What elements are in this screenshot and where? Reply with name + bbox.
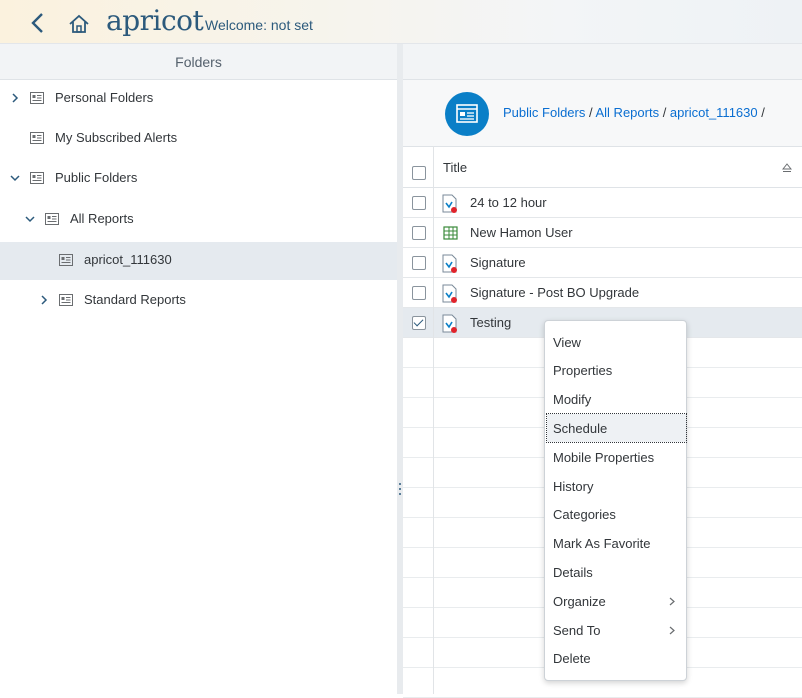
breadcrumb-area: Public Folders / All Reports / apricot_1…: [403, 80, 802, 146]
context-menu-item-label: Mark As Favorite: [553, 536, 651, 551]
row-checkbox[interactable]: [412, 226, 426, 240]
context-menu-item-label: View: [553, 335, 581, 350]
folder-tree-item[interactable]: Public Folders: [0, 160, 397, 198]
context-menu-item-label: Organize: [553, 594, 606, 609]
context-menu-item-label: Schedule: [553, 421, 608, 436]
folders-pane: Folders Personal Folders My Subscribed Al…: [0, 44, 397, 694]
welcome-text: Welcome: not set: [205, 17, 313, 33]
table-row-title: New Hamon User: [470, 225, 573, 240]
context-menu-item[interactable]: Mark As Favorite: [545, 529, 686, 557]
folder-tree-item-label: apricot_111630: [84, 252, 172, 267]
context-menu-item-label: Categories: [553, 507, 616, 522]
spreadsheet-icon: [443, 226, 458, 240]
folder-tree-item-label: Standard Reports: [84, 292, 186, 307]
webi-report-icon: [442, 284, 457, 303]
content-toolbar: [403, 44, 802, 80]
splitter-grip-icon[interactable]: [398, 482, 402, 496]
context-menu-item-label: Details: [553, 565, 593, 580]
context-menu-item-label: Mobile Properties: [553, 450, 655, 465]
context-menu-item[interactable]: Send To: [545, 616, 686, 644]
folder-tree-item[interactable]: Personal Folders: [0, 80, 397, 118]
home-button[interactable]: [68, 14, 90, 34]
breadcrumb-link[interactable]: Public Folders: [503, 105, 585, 120]
table-row[interactable]: New Hamon User: [403, 218, 802, 248]
breadcrumb-separator: /: [757, 105, 765, 120]
folder-tree-item[interactable]: All Reports: [0, 201, 397, 239]
webi-report-icon: [442, 314, 457, 333]
breadcrumb-link[interactable]: apricot_111630: [670, 105, 758, 120]
folder-tree-item-label: All Reports: [70, 211, 134, 226]
back-button[interactable]: [28, 12, 48, 34]
home-icon: [69, 14, 89, 33]
row-checkbox[interactable]: [412, 256, 426, 270]
folder-tree-item[interactable]: apricot_111630: [0, 242, 397, 280]
table-header: Title: [403, 146, 802, 188]
select-all-checkbox[interactable]: [412, 166, 426, 180]
table-row[interactable]: 24 to 12 hour: [403, 188, 802, 218]
folders-pane-title: Folders: [0, 44, 397, 80]
context-menu-item[interactable]: Details: [545, 558, 686, 586]
folder-tree-item-label: Personal Folders: [55, 90, 154, 105]
breadcrumb-separator: /: [585, 105, 596, 120]
breadcrumb-separator: /: [659, 105, 670, 120]
title-column-header[interactable]: Title: [443, 160, 467, 175]
context-menu-item-label: Send To: [553, 623, 601, 638]
folder-icon: [59, 294, 73, 306]
breadcrumb-link[interactable]: All Reports: [596, 105, 660, 120]
folder-tree-item[interactable]: Standard Reports: [0, 282, 397, 320]
webi-report-icon: [442, 194, 457, 213]
context-menu-item-label: History: [553, 479, 594, 494]
breadcrumb: Public Folders / All Reports / apricot_1…: [503, 105, 765, 120]
folder-tree-item-label: My Subscribed Alerts: [55, 130, 178, 145]
context-menu-item-label: Properties: [553, 363, 613, 378]
folder-tree-item-label: Public Folders: [55, 170, 138, 185]
folder-badge-icon: [445, 92, 489, 136]
context-menu: View Properties Modify Schedule Mobile Prope…: [544, 320, 687, 681]
table-row-title: 24 to 12 hour: [470, 195, 547, 210]
row-checkbox[interactable]: [412, 196, 426, 210]
chevron-left-icon: [31, 13, 43, 33]
context-menu-item[interactable]: Properties: [545, 356, 686, 384]
context-menu-item[interactable]: View: [545, 328, 686, 356]
table-row[interactable]: Signature - Post BO Upgrade: [403, 278, 802, 308]
chevron-down-icon[interactable]: [9, 172, 21, 184]
folder-icon: [30, 172, 44, 184]
submenu-chevron-icon: [669, 626, 675, 635]
top-bar: apricot Welcome: not set: [0, 0, 802, 44]
context-menu-item[interactable]: Categories: [545, 500, 686, 528]
table-row-title: Signature: [470, 255, 526, 270]
table-row-title: Testing: [470, 315, 512, 330]
folder-tree-item[interactable]: My Subscribed Alerts: [0, 120, 397, 158]
table-row-title: Signature - Post BO Upgrade: [470, 285, 640, 300]
context-menu-item-label: Modify: [553, 392, 592, 407]
context-menu-item[interactable]: Schedule: [546, 413, 687, 443]
webi-report-icon: [442, 254, 457, 273]
table-row[interactable]: Signature: [403, 248, 802, 278]
context-menu-item[interactable]: Delete: [545, 644, 686, 672]
row-checkbox[interactable]: [412, 286, 426, 300]
submenu-chevron-icon: [669, 597, 675, 606]
chevron-right-icon[interactable]: [9, 92, 21, 104]
folder-icon: [59, 254, 73, 266]
chevron-down-icon[interactable]: [24, 213, 36, 225]
personal-folder-icon: [30, 92, 44, 104]
folder-icon: [45, 213, 59, 225]
context-menu-item[interactable]: Organize: [545, 587, 686, 615]
column-divider: [433, 146, 434, 694]
context-menu-item-label: Delete: [553, 651, 591, 666]
context-menu-item[interactable]: Modify: [545, 385, 686, 413]
apricot-logo: apricot: [106, 4, 204, 37]
row-checkbox[interactable]: [412, 316, 426, 330]
folder-icon: [30, 132, 44, 144]
context-menu-item[interactable]: Mobile Properties: [545, 443, 686, 471]
context-menu-item[interactable]: History: [545, 472, 686, 500]
chevron-right-icon[interactable]: [38, 294, 50, 306]
sort-icon[interactable]: [782, 163, 792, 173]
